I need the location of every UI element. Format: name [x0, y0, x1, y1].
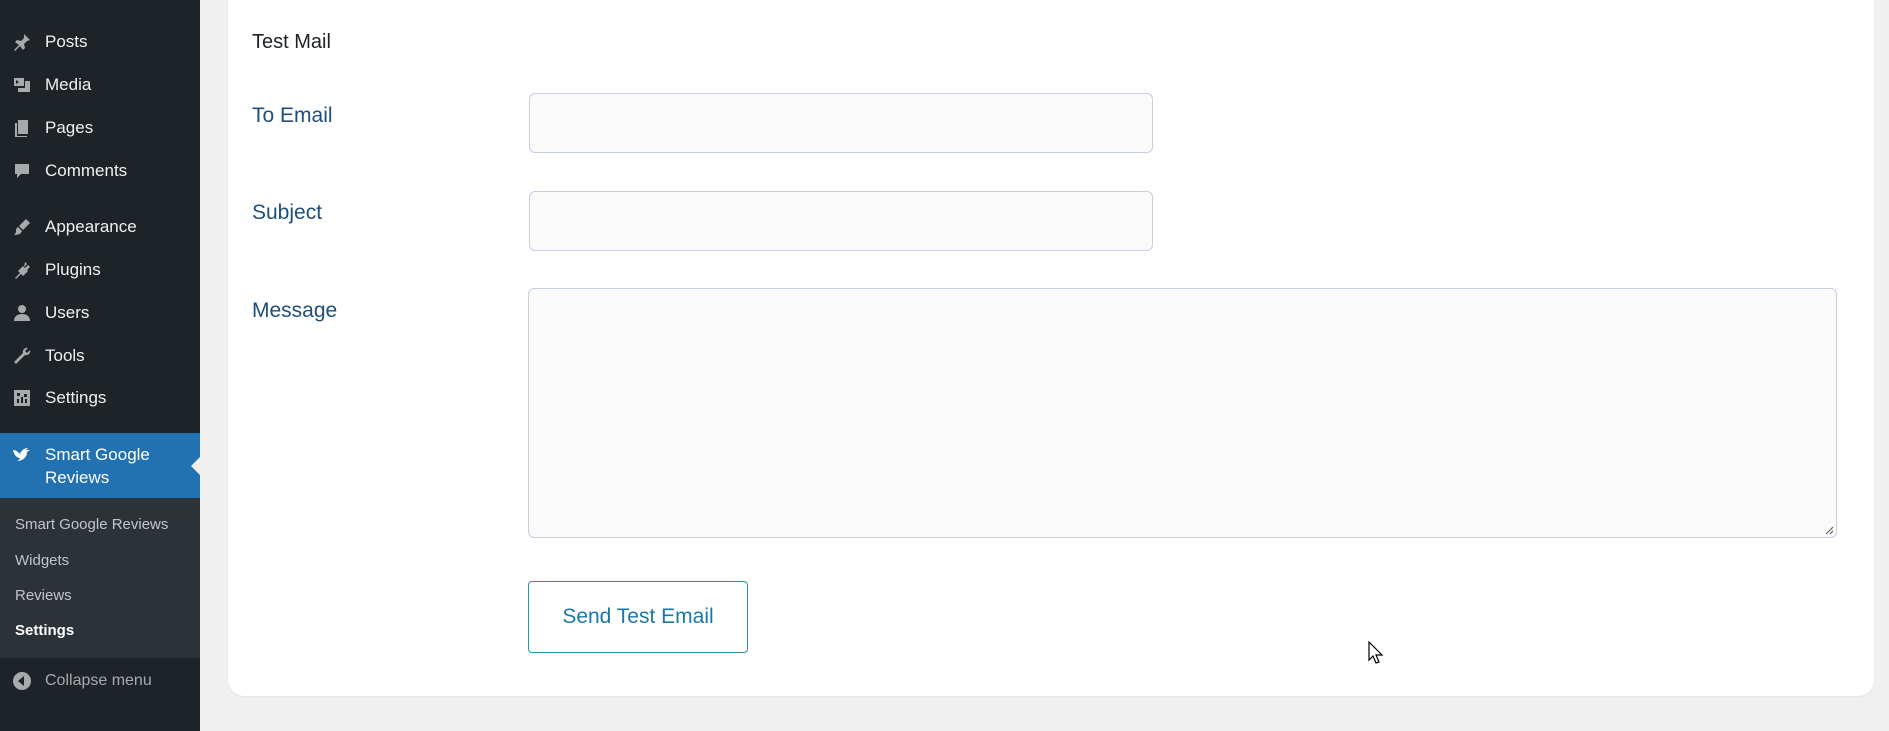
sidebar-item-label: Smart Google Reviews — [45, 445, 150, 487]
to-email-label: To Email — [252, 104, 333, 127]
message-textarea[interactable] — [528, 288, 1837, 538]
submenu-item-smart-google-reviews[interactable]: Smart Google Reviews — [15, 516, 168, 533]
sidebar-item-tools[interactable]: Tools — [0, 341, 200, 371]
sidebar-item-media[interactable]: Media — [0, 70, 200, 100]
settings-icon — [11, 387, 33, 409]
collapse-menu-button[interactable]: Collapse menu — [0, 665, 200, 697]
submenu: Smart Google Reviews Widgets Reviews Set… — [0, 498, 200, 658]
submenu-item-widgets[interactable]: Widgets — [15, 552, 69, 569]
admin-sidebar: Posts Media Pages Comments Appearance Pl… — [0, 0, 200, 731]
section-title: Test Mail — [252, 31, 331, 53]
sidebar-item-label: Tools — [45, 346, 85, 365]
sidebar-item-settings[interactable]: Settings — [0, 383, 200, 413]
sidebar-item-users[interactable]: Users — [0, 298, 200, 328]
comment-icon — [11, 160, 33, 182]
sidebar-item-comments[interactable]: Comments — [0, 156, 200, 186]
user-icon — [11, 302, 33, 324]
subject-label: Subject — [252, 201, 323, 224]
active-indicator-arrow — [191, 456, 200, 475]
send-test-email-button[interactable]: Send Test Email — [528, 581, 748, 653]
sidebar-item-label: Users — [45, 303, 90, 322]
collapse-menu-label: Collapse menu — [45, 672, 152, 689]
message-label: Message — [252, 299, 338, 322]
resize-handle-icon[interactable] — [1824, 525, 1834, 535]
sidebar-item-appearance[interactable]: Appearance — [0, 212, 200, 242]
pages-icon — [11, 117, 33, 139]
collapse-arrow-icon — [11, 670, 33, 692]
sidebar-item-label: Posts — [45, 32, 88, 51]
plugin-icon — [11, 259, 33, 281]
media-icon — [11, 74, 33, 96]
sidebar-item-label: Settings — [45, 388, 107, 407]
sidebar-item-plugins[interactable]: Plugins — [0, 255, 200, 285]
sidebar-item-posts[interactable]: Posts — [0, 27, 200, 57]
sidebar-item-label: Comments — [45, 161, 128, 180]
paintbrush-icon — [11, 216, 33, 238]
sidebar-item-pages[interactable]: Pages — [0, 113, 200, 143]
mouse-cursor-icon — [1368, 641, 1384, 664]
to-email-input[interactable] — [529, 93, 1153, 153]
sidebar-item-label: Media — [45, 75, 92, 94]
pushpin-icon — [11, 31, 33, 53]
sidebar-item-label: Pages — [45, 118, 94, 137]
sidebar-item-smart-google-reviews[interactable]: Smart Google Reviews — [0, 433, 200, 498]
sidebar-item-label: Plugins — [45, 260, 101, 279]
bird-icon — [11, 443, 33, 465]
submenu-item-reviews[interactable]: Reviews — [15, 587, 72, 604]
submenu-item-settings[interactable]: Settings — [15, 622, 74, 639]
subject-input[interactable] — [529, 191, 1153, 251]
wrench-icon — [11, 345, 33, 367]
sidebar-item-label: Appearance — [45, 217, 137, 236]
